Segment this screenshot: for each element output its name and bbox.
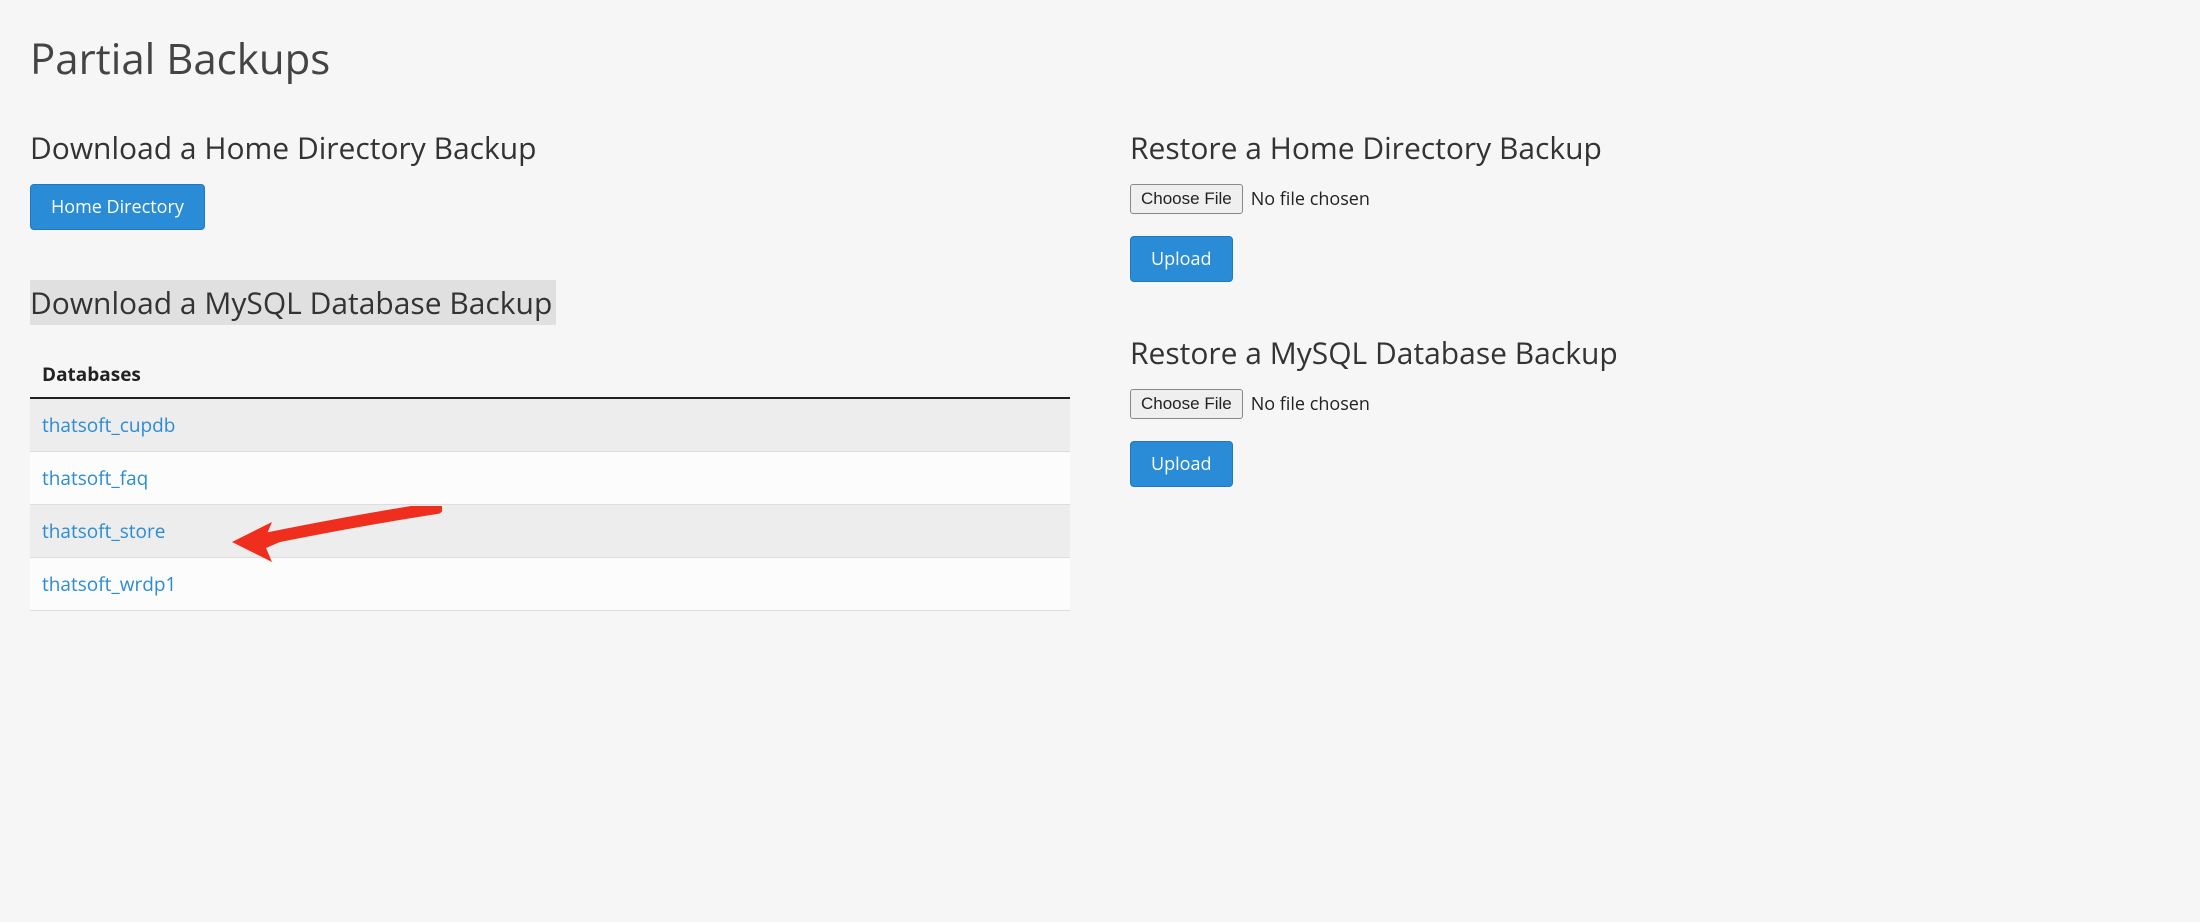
download-mysql-heading: Download a MySQL Database Backup	[30, 280, 556, 325]
download-home-section: Download a Home Directory Backup Home Di…	[30, 127, 1070, 230]
database-link[interactable]: thatsoft_faq	[42, 465, 148, 491]
upload-button[interactable]: Upload	[1130, 441, 1233, 487]
file-chooser-row: Choose File No file chosen	[1130, 184, 2170, 214]
file-chooser-row: Choose File No file chosen	[1130, 389, 2170, 419]
download-home-heading: Download a Home Directory Backup	[30, 127, 1070, 168]
right-column: Restore a Home Directory Backup Choose F…	[1130, 127, 2170, 661]
choose-file-button[interactable]: Choose File	[1130, 184, 1243, 214]
main-columns: Download a Home Directory Backup Home Di…	[30, 127, 2170, 661]
database-link[interactable]: thatsoft_store	[42, 518, 165, 544]
databases-table: Databases thatsoft_cupdb thatsoft_faq	[30, 351, 1070, 611]
restore-home-heading: Restore a Home Directory Backup	[1130, 127, 2170, 168]
restore-mysql-heading: Restore a MySQL Database Backup	[1130, 332, 2170, 373]
page-title: Partial Backups	[30, 30, 2170, 87]
restore-mysql-section: Restore a MySQL Database Backup Choose F…	[1130, 332, 2170, 487]
table-row: thatsoft_store	[30, 505, 1070, 558]
databases-table-header: Databases	[30, 351, 1070, 398]
restore-home-section: Restore a Home Directory Backup Choose F…	[1130, 127, 2170, 282]
table-row: thatsoft_cupdb	[30, 398, 1070, 452]
file-status-text: No file chosen	[1251, 187, 1370, 211]
table-row: thatsoft_faq	[30, 452, 1070, 505]
home-directory-button[interactable]: Home Directory	[30, 184, 205, 230]
choose-file-button[interactable]: Choose File	[1130, 389, 1243, 419]
download-mysql-section: Download a MySQL Database Backup Databas…	[30, 280, 1070, 611]
table-row: thatsoft_wrdp1	[30, 558, 1070, 611]
database-link[interactable]: thatsoft_wrdp1	[42, 571, 176, 597]
upload-button[interactable]: Upload	[1130, 236, 1233, 282]
left-column: Download a Home Directory Backup Home Di…	[30, 127, 1070, 661]
file-status-text: No file chosen	[1251, 392, 1370, 416]
database-link[interactable]: thatsoft_cupdb	[42, 412, 175, 438]
